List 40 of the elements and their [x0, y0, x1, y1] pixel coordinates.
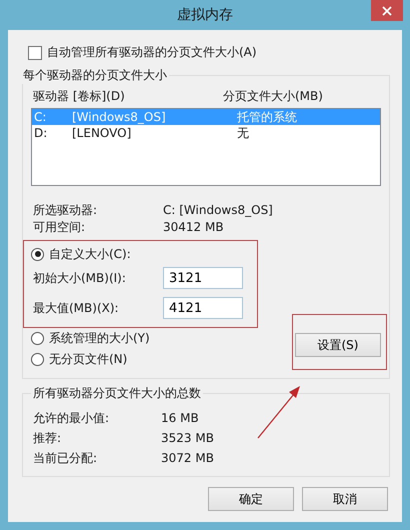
- info-value: 30412 MB: [163, 219, 224, 236]
- drive-label: [Windows8_OS]: [72, 110, 167, 124]
- input-field[interactable]: 4121: [163, 297, 243, 319]
- radio-label: 系统管理的大小(Y): [49, 330, 150, 347]
- set-button[interactable]: 设置(S): [295, 333, 381, 357]
- paging-size: 托管的系统: [237, 108, 297, 126]
- column-header: 驱动器 [卷标](D): [33, 88, 126, 105]
- dialog-button[interactable]: 取消: [302, 487, 388, 511]
- drive-label: [LENOVO]: [72, 126, 132, 140]
- group-title: 每个驱动器的分页文件大小: [22, 67, 168, 84]
- drive-letter: C:: [34, 110, 48, 124]
- checkbox[interactable]: [28, 46, 42, 60]
- info-label: 所选驱动器:: [33, 202, 98, 219]
- radio-button[interactable]: [31, 353, 44, 366]
- total-value: 16 MB: [161, 410, 199, 427]
- checkbox-label: 自动管理所有驱动器的分页文件大小(A): [47, 44, 257, 61]
- column-header: 分页文件大小(MB): [223, 88, 323, 105]
- radio-label: 自定义大小(C):: [49, 246, 131, 262]
- drive-letter: D:: [34, 126, 48, 140]
- window-title: 虚拟内存: [177, 6, 233, 24]
- info-value: C: [Windows8_OS]: [163, 202, 273, 219]
- radio-label: 无分页文件(N): [49, 351, 128, 368]
- group-title: 所有驱动器分页文件大小的总数: [32, 385, 202, 402]
- total-label: 当前已分配:: [33, 450, 98, 467]
- drive-row[interactable]: D: [LENOVO] 无: [32, 125, 380, 141]
- total-value: 3072 MB: [161, 450, 214, 467]
- close-button[interactable]: [371, 0, 403, 21]
- annotation-arrow: [256, 384, 302, 440]
- radio-button[interactable]: [31, 248, 44, 260]
- total-label: 允许的最小值:: [33, 410, 110, 427]
- info-label: 可用空间:: [33, 219, 86, 236]
- field-label: 初始大小(MB)(I):: [32, 270, 127, 286]
- input-field[interactable]: 3121: [163, 267, 243, 289]
- dialog-button[interactable]: 确定: [208, 487, 294, 511]
- radio-button[interactable]: [31, 332, 44, 345]
- total-label: 推荐:: [33, 430, 62, 447]
- field-label: 最大值(MB)(X):: [32, 300, 120, 316]
- close-icon: [382, 6, 392, 16]
- total-value: 3523 MB: [161, 430, 214, 447]
- paging-size: 无: [237, 124, 249, 142]
